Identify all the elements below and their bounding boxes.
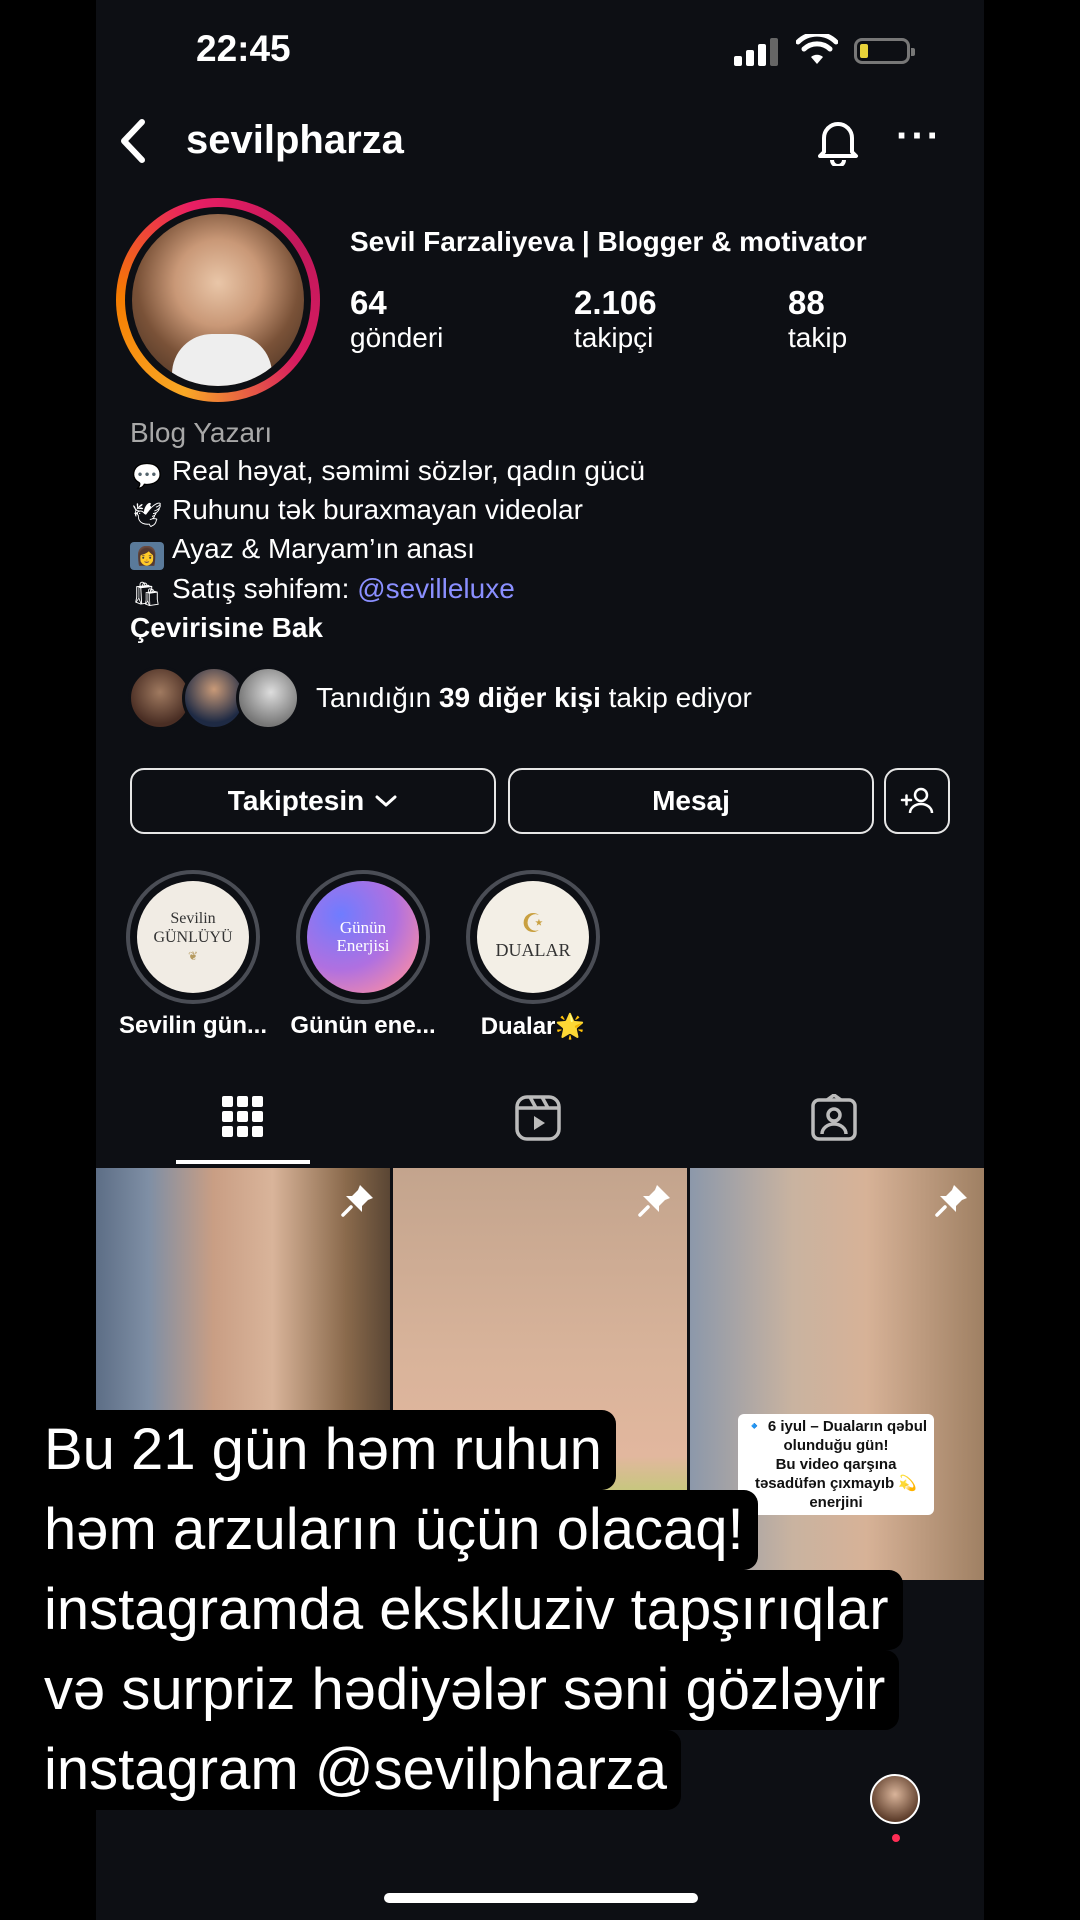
- bio-line-text: Ayaz & Maryam’ın anası: [172, 532, 475, 564]
- more-options-icon[interactable]: ···: [896, 116, 942, 156]
- bio-line: 👩 Ayaz & Maryam’ın anası: [130, 530, 645, 570]
- moon-icon: ☪: [521, 909, 545, 938]
- highlight-cover: Günün Enerjisi: [307, 881, 419, 993]
- chevron-down-icon: [375, 795, 397, 807]
- mother-child-icon: 👩: [130, 541, 164, 570]
- highlight-cover: Sevilin GÜNLÜYÜ ❦: [137, 881, 249, 993]
- mutual-prefix: Tanıdığın: [316, 682, 439, 713]
- message-label: Mesaj: [652, 785, 730, 816]
- tagged-icon[interactable]: [810, 1094, 858, 1142]
- stat-posts-value: 64: [350, 284, 387, 321]
- status-time: 22:45: [196, 28, 291, 69]
- highlight-label: Dualar🌟: [480, 1013, 586, 1040]
- speech-bubble-icon: 💬: [132, 462, 162, 490]
- stat-posts-label: gönderi: [350, 322, 444, 353]
- pin-icon: [341, 1185, 373, 1217]
- battery-icon: [854, 38, 915, 64]
- mutual-suffix: takip ediyor: [600, 682, 752, 713]
- bell-icon[interactable]: [816, 118, 860, 166]
- caption-overlay: Bu 21 gün həm ruhun həm arzuların üçün o…: [30, 1410, 903, 1810]
- pin-icon: [935, 1185, 967, 1217]
- message-button[interactable]: Mesaj: [508, 768, 874, 834]
- bio-line: 🛍 Satış səhifəm: @sevilleluxe: [130, 570, 645, 609]
- bio-line-text: Satış səhifəm:: [172, 572, 358, 604]
- add-user-icon: [900, 787, 934, 814]
- highlight-cover: ☪ DUALAR: [477, 881, 589, 993]
- highlight-label: Günün ene...: [290, 1012, 436, 1039]
- active-tab-indicator: [176, 1160, 310, 1164]
- caption-line: və surpriz hədiyələr səni gözləyir: [30, 1650, 900, 1730]
- caption-line: instagramda ekskluziv tapşırıqlar: [30, 1570, 903, 1650]
- following-button[interactable]: Takiptesin: [130, 768, 496, 834]
- highlight-gunun-enerjisi[interactable]: Günün Enerjisi: [296, 870, 430, 1004]
- highlight-dualar[interactable]: ☪ DUALAR: [466, 870, 600, 1004]
- grid-icon[interactable]: [222, 1096, 264, 1138]
- stat-following-label: takip: [788, 322, 848, 353]
- notification-dot: [892, 1834, 900, 1842]
- bio-line: 🕊 Ruhunu tək buraxmayan videolar: [130, 491, 645, 530]
- translate-link[interactable]: Çevirisine Bak: [130, 609, 645, 647]
- bio-line-text: Real həyat, səmimi sözlər, qadın gücü: [172, 454, 646, 486]
- reels-icon[interactable]: [514, 1094, 562, 1142]
- mutual-avatar: [236, 666, 300, 730]
- profile-avatar[interactable]: [116, 198, 320, 402]
- stat-followers-value: 2.106: [574, 284, 657, 321]
- profile-bio: Blog Yazarı 💬 Real həyat, səmimi sözlər, …: [130, 414, 645, 646]
- mutual-followers-text[interactable]: Tanıdığın 39 diğer kişi takip ediyor: [316, 682, 752, 714]
- mutual-count: 39 diğer kişi: [438, 682, 601, 713]
- add-user-button[interactable]: [884, 768, 950, 834]
- profile-photo: [132, 214, 304, 386]
- highlight-label: Sevilin gün...: [118, 1012, 268, 1039]
- stat-following-value: 88: [788, 284, 825, 321]
- cellular-signal-icon: [734, 38, 778, 66]
- stat-posts[interactable]: 64 gönderi: [350, 284, 443, 354]
- shopping-bags-icon: 🛍: [131, 580, 163, 608]
- profile-full-name: Sevil Farzaliyeva | Blogger & motivator: [350, 226, 867, 257]
- back-arrow-icon[interactable]: [116, 118, 152, 164]
- profile-category: Blog Yazarı: [130, 417, 273, 448]
- dove-icon: 🕊: [131, 501, 163, 529]
- home-indicator[interactable]: [384, 1893, 698, 1903]
- stat-followers[interactable]: 2.106 takipçi: [574, 284, 657, 354]
- pin-icon: [638, 1185, 670, 1217]
- bio-line: 💬 Real həyat, səmimi sözlər, qadın gücü: [130, 452, 645, 491]
- following-label: Takiptesin: [227, 785, 365, 816]
- bio-line-text: Ruhunu tək buraxmayan videolar: [172, 493, 583, 525]
- caption-line: Bu 21 gün həm ruhun: [30, 1410, 616, 1490]
- caption-line: instagram @sevilpharza: [30, 1730, 682, 1810]
- stat-followers-label: takipçi: [574, 322, 654, 353]
- wifi-icon: [796, 34, 838, 64]
- shop-link[interactable]: @sevilleluxe: [357, 573, 515, 604]
- highlight-sevilin[interactable]: Sevilin GÜNLÜYÜ ❦: [126, 870, 260, 1004]
- stat-following[interactable]: 88 takip: [788, 284, 847, 354]
- caption-line: həm arzuların üçün olacaq!: [30, 1490, 758, 1570]
- header-username: sevilpharza: [186, 118, 404, 162]
